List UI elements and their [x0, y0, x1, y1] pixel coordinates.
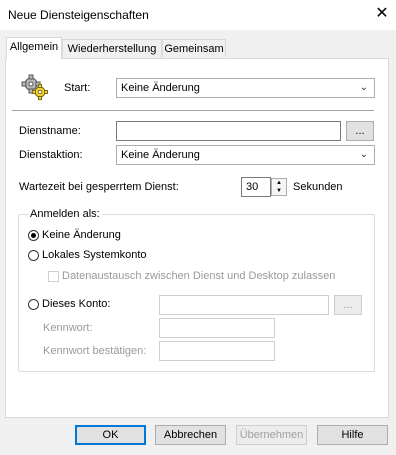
- radio-local-system[interactable]: [28, 250, 39, 261]
- wait-time-unit: Sekunden: [293, 181, 343, 193]
- wait-time-input[interactable]: 30: [241, 177, 271, 197]
- radio-this-account-label[interactable]: Dieses Konto:: [42, 298, 110, 310]
- confirm-password-label: Kennwort bestätigen:: [43, 345, 147, 357]
- confirm-password-input[interactable]: [159, 341, 275, 361]
- service-action-value: Keine Änderung: [121, 149, 200, 161]
- radio-no-change[interactable]: [28, 230, 39, 241]
- wait-time-spinner[interactable]: ▲ ▼: [271, 178, 287, 196]
- spin-down-icon[interactable]: ▼: [272, 187, 286, 195]
- help-button[interactable]: Hilfe: [317, 425, 388, 445]
- apply-button[interactable]: Übernehmen: [236, 425, 307, 445]
- account-browse-button[interactable]: ...: [334, 295, 362, 315]
- start-label: Start:: [64, 82, 91, 94]
- start-dropdown[interactable]: Keine Änderung ⌄: [116, 78, 375, 98]
- service-action-dropdown[interactable]: Keine Änderung ⌄: [116, 145, 375, 165]
- service-action-label: Dienstaktion:: [19, 149, 83, 161]
- service-name-label: Dienstname:: [19, 125, 81, 137]
- wait-time-label: Wartezeit bei gesperrtem Dienst:: [19, 181, 179, 193]
- desktop-interact-label[interactable]: Datenaustausch zwischen Dienst und Deskt…: [62, 270, 335, 282]
- start-dropdown-value: Keine Änderung: [121, 82, 200, 94]
- account-input[interactable]: [159, 295, 329, 315]
- chevron-down-icon: ⌄: [359, 149, 368, 160]
- close-icon[interactable]: ✕: [372, 4, 392, 24]
- window-title: Neue Diensteigenschaften: [8, 8, 149, 22]
- password-label: Kennwort:: [43, 322, 93, 334]
- service-browse-button[interactable]: ...: [346, 121, 374, 141]
- desktop-interact-checkbox[interactable]: [48, 271, 59, 282]
- ok-button[interactable]: OK: [75, 425, 146, 445]
- tab-gemeinsam[interactable]: Gemeinsam: [162, 39, 226, 57]
- radio-selected-dot: [31, 233, 36, 238]
- chevron-down-icon: ⌄: [359, 82, 368, 93]
- radio-this-account[interactable]: [28, 299, 39, 310]
- separator: [12, 110, 374, 111]
- service-name-input[interactable]: [116, 121, 341, 141]
- logon-group-label: Anmelden als:: [28, 208, 102, 220]
- service-gears-icon: [21, 74, 48, 100]
- tab-allgemein[interactable]: Allgemein: [6, 37, 62, 59]
- radio-no-change-label[interactable]: Keine Änderung: [42, 229, 121, 241]
- spin-up-icon[interactable]: ▲: [272, 179, 286, 187]
- password-input[interactable]: [159, 318, 275, 338]
- tab-wiederherstellung[interactable]: Wiederherstellung: [62, 39, 162, 57]
- cancel-button[interactable]: Abbrechen: [155, 425, 226, 445]
- radio-local-system-label[interactable]: Lokales Systemkonto: [42, 249, 147, 261]
